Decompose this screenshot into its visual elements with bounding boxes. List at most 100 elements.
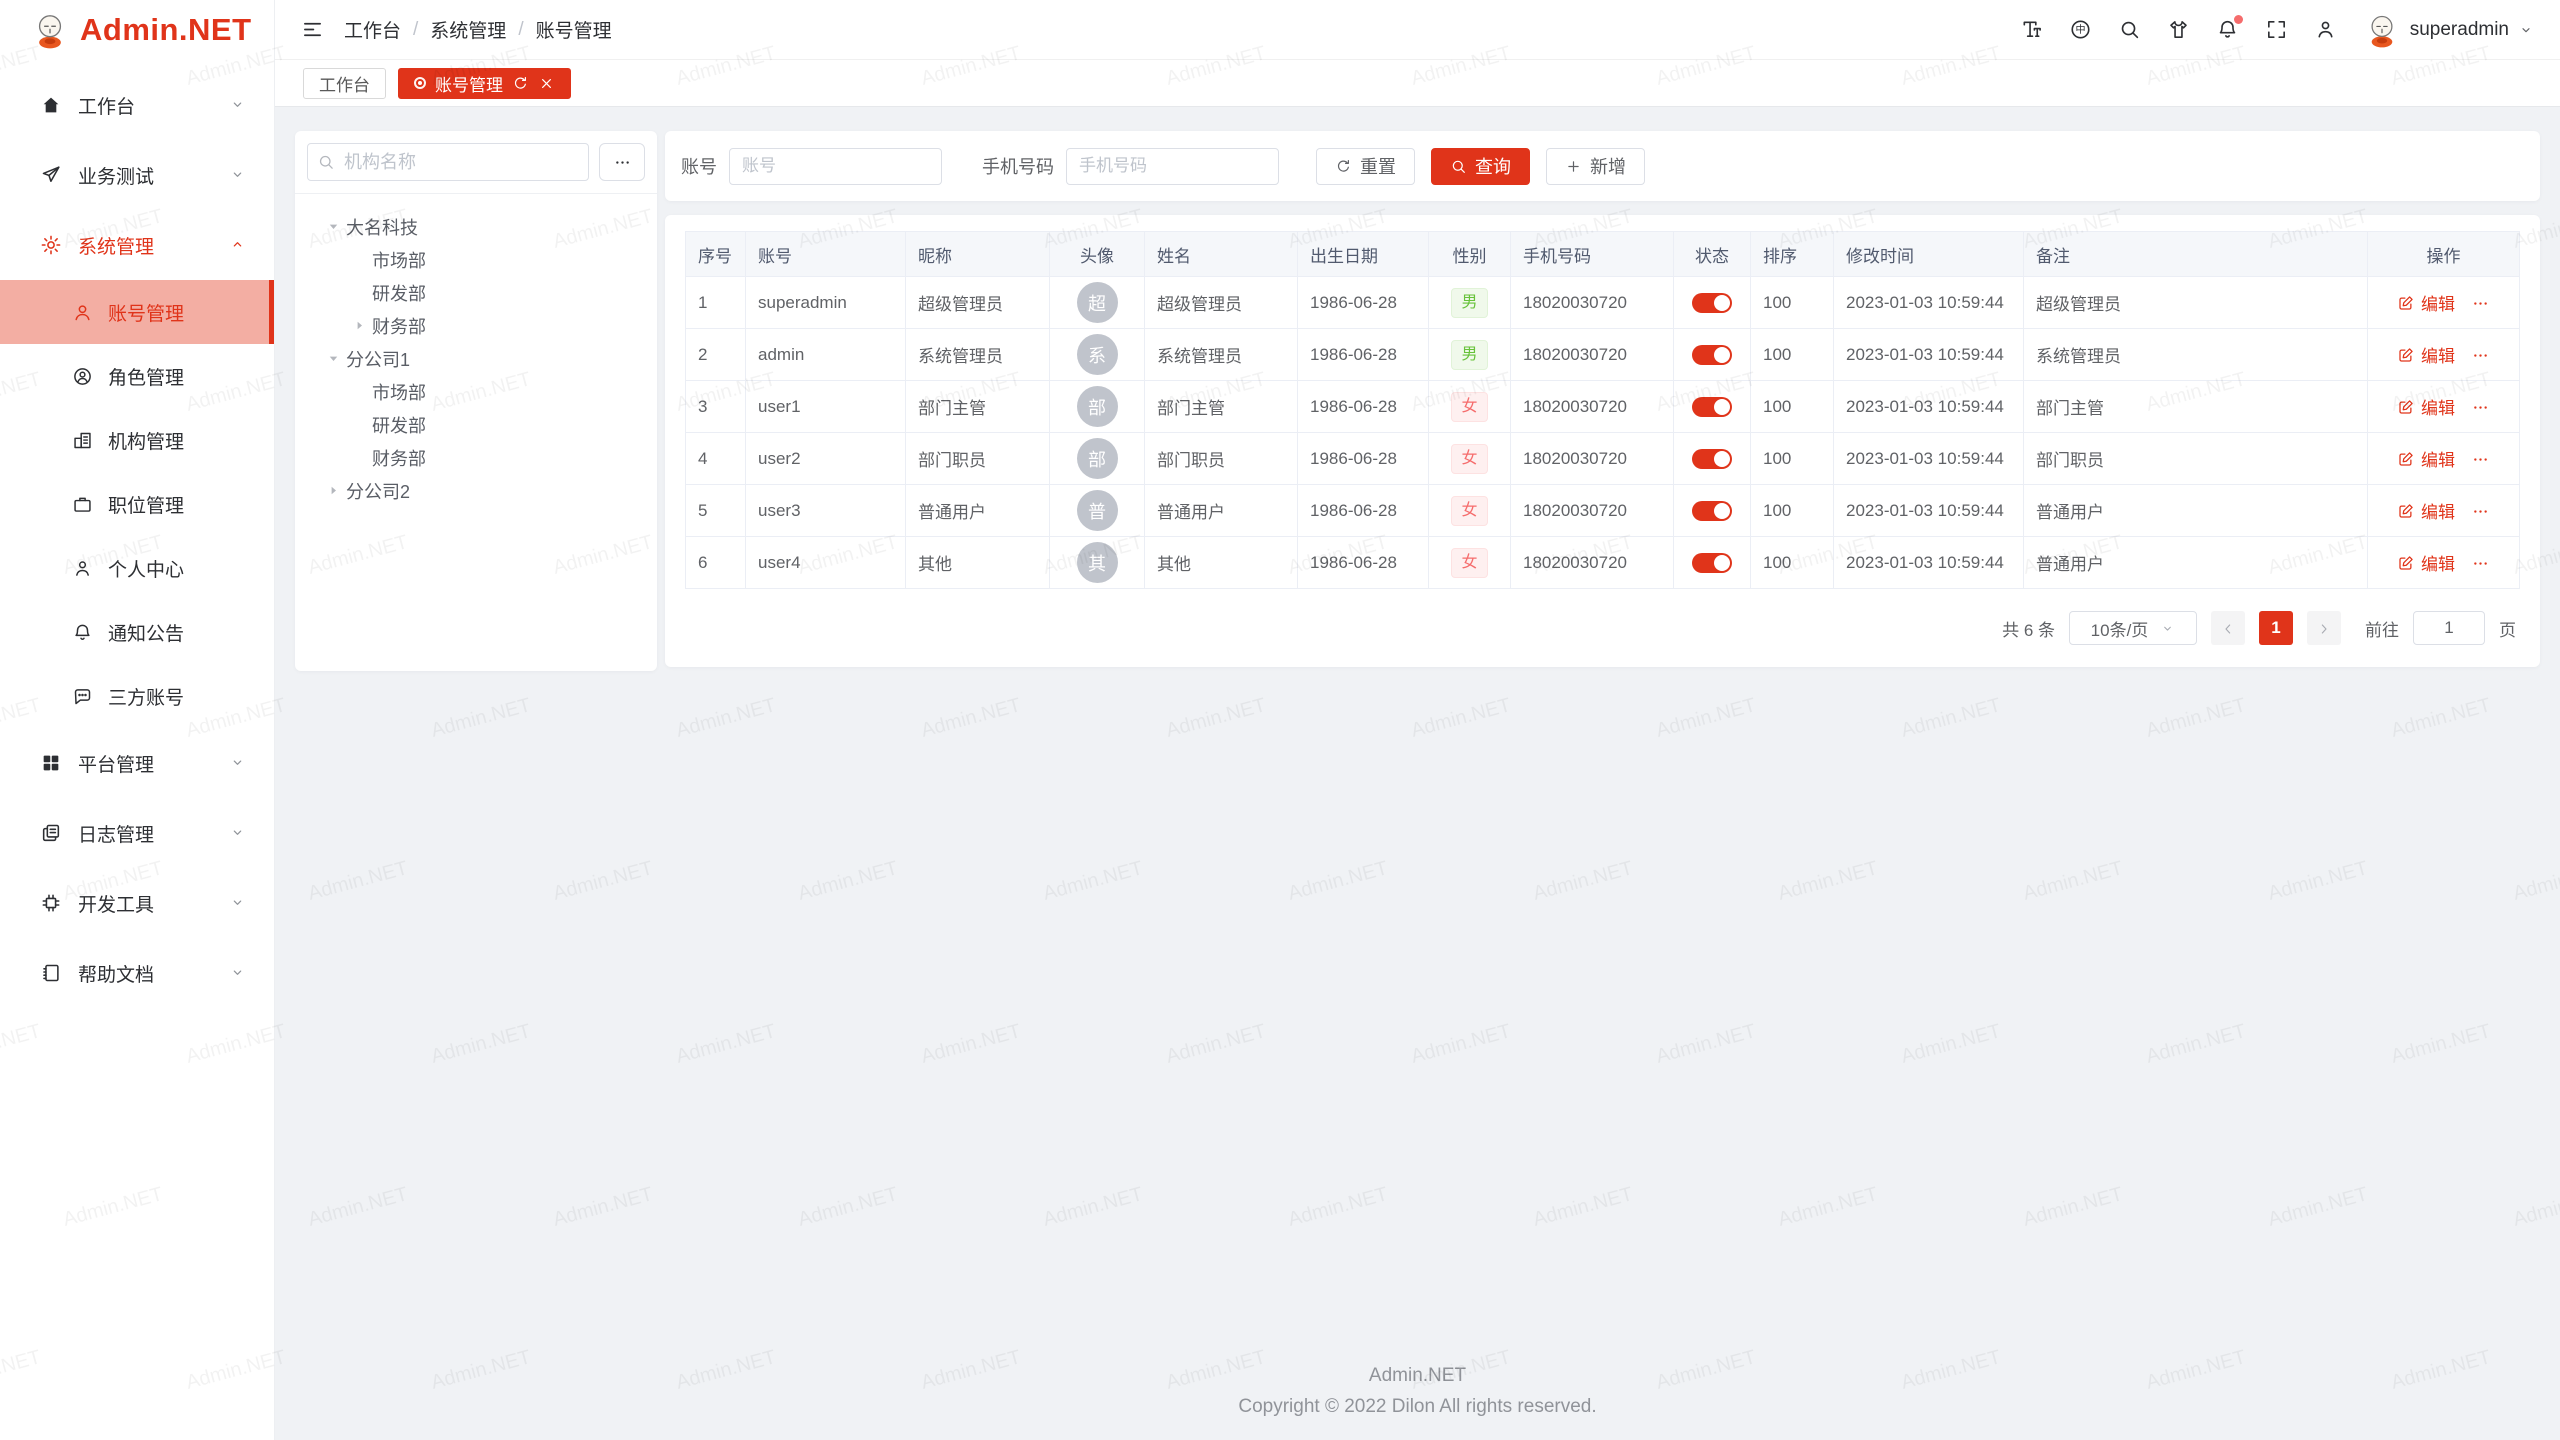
book-icon	[40, 962, 62, 984]
cell-nickname: 系统管理员	[906, 329, 1050, 381]
tree-node[interactable]: 财务部	[301, 309, 651, 342]
sidebar-item[interactable]: 工作台	[0, 70, 274, 140]
sidebar-subitem[interactable]: 个人中心	[0, 536, 274, 600]
cell-modified: 2023-01-03 10:59:44	[1834, 433, 2024, 485]
sidebar-item[interactable]: 业务测试	[0, 140, 274, 210]
tree-node[interactable]: 大名科技	[301, 210, 651, 243]
phone-input[interactable]	[1066, 148, 1279, 185]
cell-nickname: 其他	[906, 537, 1050, 589]
row-more-icon[interactable]	[2471, 294, 2490, 313]
logo-monk-icon	[30, 10, 70, 50]
tab-item-active[interactable]: 账号管理	[398, 68, 571, 99]
cell-remark: 普通用户	[2024, 485, 2368, 537]
notification-icon[interactable]	[2216, 18, 2239, 41]
row-more-icon[interactable]	[2471, 502, 2490, 521]
cell-index: 6	[686, 537, 746, 589]
add-button[interactable]: 新增	[1546, 148, 1645, 185]
status-toggle[interactable]	[1692, 501, 1732, 521]
gender-badge: 女	[1451, 548, 1487, 578]
row-more-icon[interactable]	[2471, 450, 2490, 469]
status-toggle[interactable]	[1692, 345, 1732, 365]
send-icon	[40, 164, 62, 186]
current-page[interactable]: 1	[2259, 611, 2293, 645]
tree-node[interactable]: 研发部	[301, 276, 651, 309]
status-toggle[interactable]	[1692, 397, 1732, 417]
tree-node[interactable]: 研发部	[301, 408, 651, 441]
sidebar-menu: 工作台 业务测试 系统管理 账号管理 角色管理 机构管理 职位管理	[0, 60, 274, 1008]
edit-button[interactable]: 编辑	[2397, 342, 2455, 367]
topbar: 工作台/系统管理/账号管理 中 superadmin	[275, 0, 2560, 60]
search-icon[interactable]	[2118, 18, 2141, 41]
next-page-button[interactable]	[2307, 611, 2341, 645]
refresh-icon[interactable]	[512, 75, 529, 92]
tree-node[interactable]: 财务部	[301, 441, 651, 474]
cell-order: 100	[1751, 329, 1834, 381]
breadcrumb-item[interactable]: 系统管理	[430, 16, 506, 43]
edit-button[interactable]: 编辑	[2397, 394, 2455, 419]
tree-caret-icon[interactable]	[323, 217, 343, 237]
person-icon[interactable]	[2314, 18, 2337, 41]
goto-page-input[interactable]	[2413, 611, 2485, 645]
sidebar-item[interactable]: 日志管理	[0, 798, 274, 868]
tree-node[interactable]: 市场部	[301, 375, 651, 408]
prev-page-button[interactable]	[2211, 611, 2245, 645]
cell-phone: 18020030720	[1511, 277, 1674, 329]
cell-name: 系统管理员	[1145, 329, 1298, 381]
gear-icon	[40, 234, 62, 256]
cell-order: 100	[1751, 381, 1834, 433]
edit-button[interactable]: 编辑	[2397, 446, 2455, 471]
page-size-select[interactable]: 10条/页	[2069, 611, 2197, 645]
close-icon[interactable]	[538, 75, 555, 92]
breadcrumb-item[interactable]: 工作台	[344, 16, 401, 43]
cell-modified: 2023-01-03 10:59:44	[1834, 381, 2024, 433]
fullscreen-icon[interactable]	[2265, 18, 2288, 41]
cpu-icon	[40, 892, 62, 914]
status-toggle[interactable]	[1692, 553, 1732, 573]
logo[interactable]: Admin.NET	[0, 0, 274, 60]
sidebar-subitem[interactable]: 通知公告	[0, 600, 274, 664]
tree-node[interactable]: 分公司2	[301, 474, 651, 507]
row-more-icon[interactable]	[2471, 398, 2490, 417]
cell-order: 100	[1751, 277, 1834, 329]
status-toggle[interactable]	[1692, 293, 1732, 313]
edit-button[interactable]: 编辑	[2397, 498, 2455, 523]
tree-caret-icon[interactable]	[349, 316, 369, 336]
tree-caret-icon[interactable]	[323, 481, 343, 501]
sidebar-item[interactable]: 开发工具	[0, 868, 274, 938]
language-icon[interactable]: 中	[2069, 18, 2092, 41]
tree-node[interactable]: 市场部	[301, 243, 651, 276]
row-more-icon[interactable]	[2471, 346, 2490, 365]
account-input[interactable]	[729, 148, 942, 185]
sidebar-subitem[interactable]: 三方账号	[0, 664, 274, 728]
reset-button[interactable]: 重置	[1316, 148, 1415, 185]
sidebar-subitem[interactable]: 账号管理	[0, 280, 274, 344]
row-more-icon[interactable]	[2471, 554, 2490, 573]
tab-item[interactable]: 工作台	[303, 68, 386, 99]
gender-badge: 男	[1451, 288, 1487, 318]
search-button[interactable]: 查询	[1431, 148, 1530, 185]
sidebar-subitem[interactable]: 角色管理	[0, 344, 274, 408]
edit-button[interactable]: 编辑	[2397, 550, 2455, 575]
status-toggle[interactable]	[1692, 449, 1732, 469]
theme-icon[interactable]	[2167, 18, 2190, 41]
breadcrumb-separator: /	[518, 19, 523, 41]
org-more-button[interactable]	[599, 143, 645, 181]
sidebar-subitem[interactable]: 机构管理	[0, 408, 274, 472]
edit-button[interactable]: 编辑	[2397, 290, 2455, 315]
org-search-input[interactable]	[307, 143, 589, 181]
user-menu[interactable]: superadmin	[2363, 11, 2534, 49]
sidebar-subitem[interactable]: 职位管理	[0, 472, 274, 536]
cell-modified: 2023-01-03 10:59:44	[1834, 537, 2024, 589]
sidebar-item[interactable]: 系统管理	[0, 210, 274, 280]
chevron-right-icon	[2316, 618, 2332, 638]
chevron-down-icon	[229, 752, 246, 774]
tree-caret-icon[interactable]	[323, 349, 343, 369]
menu-collapse-icon[interactable]	[301, 18, 324, 41]
font-size-icon[interactable]	[2020, 18, 2043, 41]
cell-remark: 系统管理员	[2024, 329, 2368, 381]
logo-text: Admin.NET	[80, 12, 252, 48]
cell-index: 5	[686, 485, 746, 537]
sidebar-item[interactable]: 平台管理	[0, 728, 274, 798]
tree-node[interactable]: 分公司1	[301, 342, 651, 375]
sidebar-item[interactable]: 帮助文档	[0, 938, 274, 1008]
